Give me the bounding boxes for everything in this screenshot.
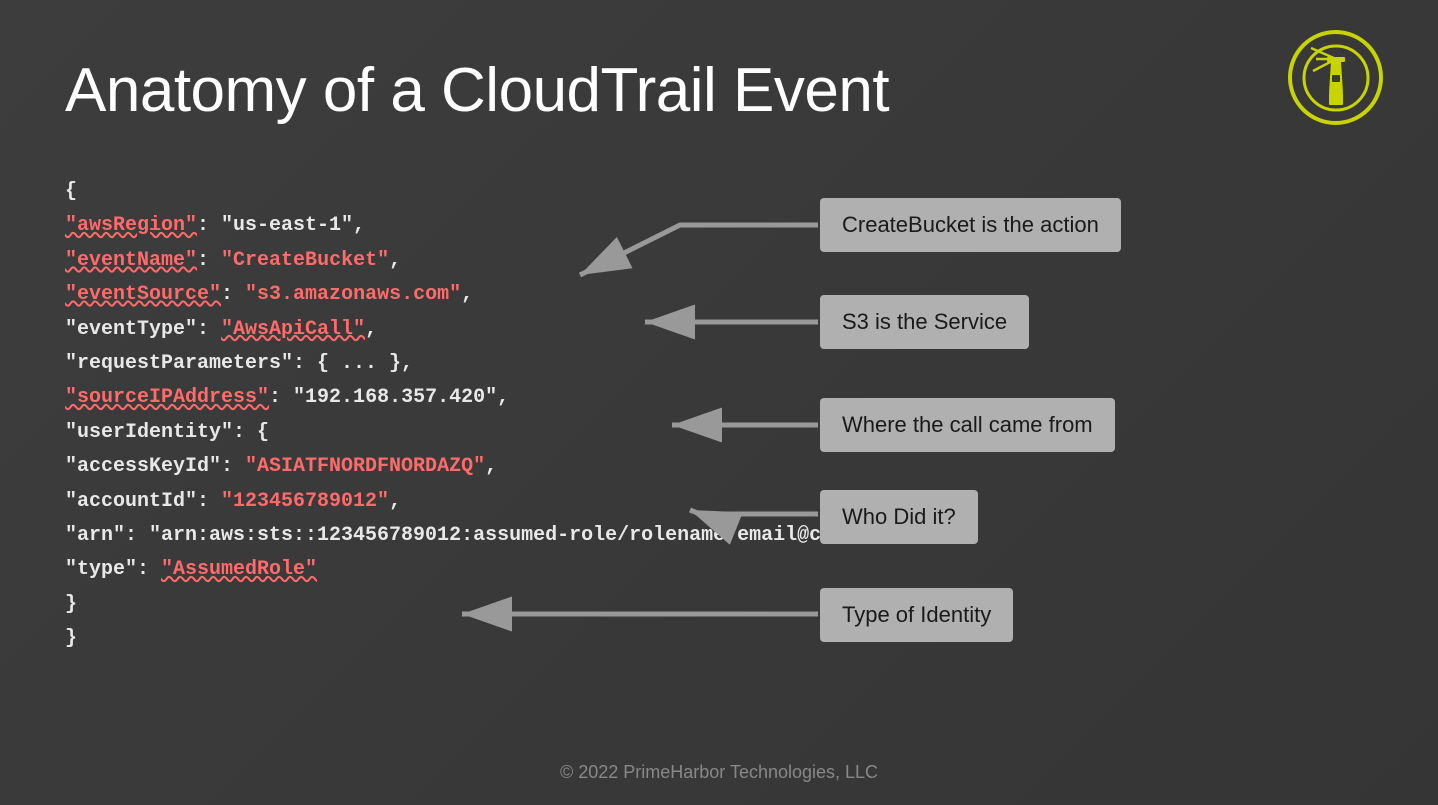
page-title: Anatomy of a CloudTrail Event	[65, 55, 889, 126]
annotation-action: CreateBucket is the action	[820, 198, 1121, 252]
annotation-type: Type of Identity	[820, 588, 1013, 642]
code-line-9: "accessKeyId": "ASIATFNORDFNORDAZQ",	[65, 450, 965, 484]
logo-circle	[1288, 30, 1383, 125]
footer: © 2022 PrimeHarbor Technologies, LLC	[0, 762, 1438, 783]
annotation-source: Where the call came from	[820, 398, 1115, 452]
annotation-service: S3 is the Service	[820, 295, 1029, 349]
logo	[1288, 30, 1383, 125]
lighthouse-icon	[1301, 43, 1371, 113]
code-line-12: "type": "AssumedRole"	[65, 553, 965, 587]
code-line-6: "requestParameters": { ... },	[65, 347, 965, 381]
annotation-who: Who Did it?	[820, 490, 978, 544]
slide: Anatomy of a CloudTrail Event	[0, 0, 1438, 805]
